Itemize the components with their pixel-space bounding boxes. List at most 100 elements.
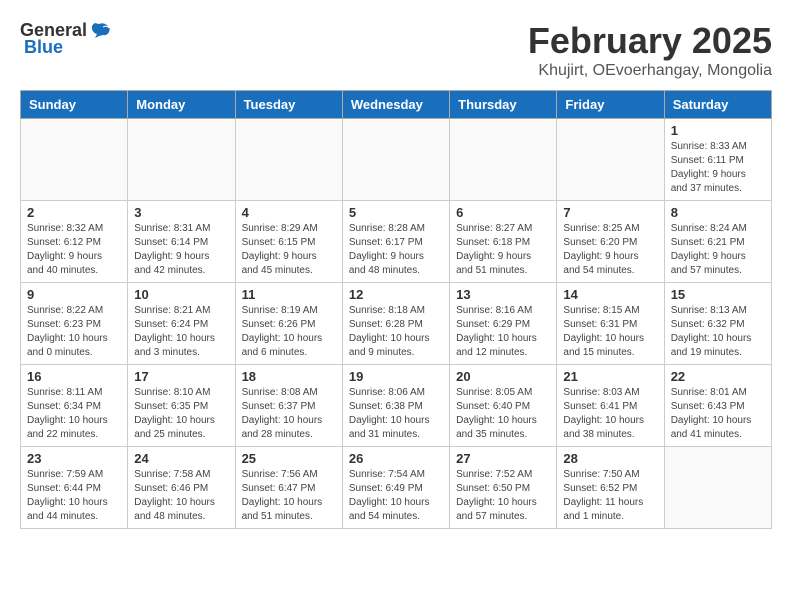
day-info: Sunrise: 8:27 AMSunset: 6:18 PMDaylight:… xyxy=(456,222,550,278)
day-number: 12 xyxy=(349,287,443,302)
day-number: 25 xyxy=(242,451,336,466)
weekday-header-saturday: Saturday xyxy=(664,91,771,119)
weekday-header-monday: Monday xyxy=(128,91,235,119)
week-row-0: 1 Sunrise: 8:33 AMSunset: 6:11 PMDaylight… xyxy=(21,119,772,201)
calendar-cell xyxy=(21,119,128,201)
title-section: February 2025 Khujirt, OEvoerhangay, Mon… xyxy=(528,20,772,80)
calendar-cell xyxy=(450,119,557,201)
day-info: Sunrise: 8:32 AMSunset: 6:12 PMDaylight:… xyxy=(27,222,121,278)
weekday-header-row: SundayMondayTuesdayWednesdayThursdayFrid… xyxy=(21,91,772,119)
calendar-cell: 22 Sunrise: 8:01 AMSunset: 6:43 PMDayligh… xyxy=(664,365,771,447)
day-number: 1 xyxy=(671,123,765,138)
day-info: Sunrise: 8:01 AMSunset: 6:43 PMDaylight:… xyxy=(671,386,765,442)
calendar-cell: 1 Sunrise: 8:33 AMSunset: 6:11 PMDaylight… xyxy=(664,119,771,201)
day-info: Sunrise: 8:15 AMSunset: 6:31 PMDaylight:… xyxy=(563,304,657,360)
calendar-cell: 21 Sunrise: 8:03 AMSunset: 6:41 PMDayligh… xyxy=(557,365,664,447)
day-number: 16 xyxy=(27,369,121,384)
day-info: Sunrise: 8:08 AMSunset: 6:37 PMDaylight:… xyxy=(242,386,336,442)
calendar-cell: 18 Sunrise: 8:08 AMSunset: 6:37 PMDayligh… xyxy=(235,365,342,447)
logo-blue-text: Blue xyxy=(24,37,63,58)
day-number: 14 xyxy=(563,287,657,302)
day-info: Sunrise: 8:18 AMSunset: 6:28 PMDaylight:… xyxy=(349,304,443,360)
week-row-2: 9 Sunrise: 8:22 AMSunset: 6:23 PMDaylight… xyxy=(21,283,772,365)
day-number: 18 xyxy=(242,369,336,384)
calendar-cell: 17 Sunrise: 8:10 AMSunset: 6:35 PMDayligh… xyxy=(128,365,235,447)
day-info: Sunrise: 8:25 AMSunset: 6:20 PMDaylight:… xyxy=(563,222,657,278)
weekday-header-sunday: Sunday xyxy=(21,91,128,119)
week-row-4: 23Sunrise: 7:59 AMSunset: 6:44 PMDayligh… xyxy=(21,447,772,529)
day-info: Sunrise: 8:03 AMSunset: 6:41 PMDaylight:… xyxy=(563,386,657,442)
day-info: Sunrise: 8:28 AMSunset: 6:17 PMDaylight:… xyxy=(349,222,443,278)
day-number: 17 xyxy=(134,369,228,384)
day-number: 24 xyxy=(134,451,228,466)
day-info: Sunrise: 7:52 AMSunset: 6:50 PMDaylight:… xyxy=(456,468,550,524)
calendar-cell: 3 Sunrise: 8:31 AMSunset: 6:14 PMDaylight… xyxy=(128,201,235,283)
calendar-cell: 5 Sunrise: 8:28 AMSunset: 6:17 PMDaylight… xyxy=(342,201,449,283)
day-info: Sunrise: 8:13 AMSunset: 6:32 PMDaylight:… xyxy=(671,304,765,360)
day-info: Sunrise: 8:16 AMSunset: 6:29 PMDaylight:… xyxy=(456,304,550,360)
day-info: Sunrise: 8:33 AMSunset: 6:11 PMDaylight:… xyxy=(671,140,765,196)
calendar-cell: 16Sunrise: 8:11 AMSunset: 6:34 PMDayligh… xyxy=(21,365,128,447)
day-number: 2 xyxy=(27,205,121,220)
calendar-cell: 25 Sunrise: 7:56 AMSunset: 6:47 PMDayligh… xyxy=(235,447,342,529)
day-number: 19 xyxy=(349,369,443,384)
day-number: 6 xyxy=(456,205,550,220)
calendar-cell: 15 Sunrise: 8:13 AMSunset: 6:32 PMDayligh… xyxy=(664,283,771,365)
calendar-cell: 12 Sunrise: 8:18 AMSunset: 6:28 PMDayligh… xyxy=(342,283,449,365)
day-number: 27 xyxy=(456,451,550,466)
calendar-cell: 27 Sunrise: 7:52 AMSunset: 6:50 PMDayligh… xyxy=(450,447,557,529)
calendar-cell: 26 Sunrise: 7:54 AMSunset: 6:49 PMDayligh… xyxy=(342,447,449,529)
calendar-cell: 20Sunrise: 8:05 AMSunset: 6:40 PMDayligh… xyxy=(450,365,557,447)
day-info: Sunrise: 8:10 AMSunset: 6:35 PMDaylight:… xyxy=(134,386,228,442)
day-info: Sunrise: 8:31 AMSunset: 6:14 PMDaylight:… xyxy=(134,222,228,278)
calendar-cell: 28 Sunrise: 7:50 AMSunset: 6:52 PMDayligh… xyxy=(557,447,664,529)
day-number: 3 xyxy=(134,205,228,220)
day-number: 9 xyxy=(27,287,121,302)
header: General Blue February 2025 Khujirt, OEvo… xyxy=(20,20,772,80)
calendar-cell: 9 Sunrise: 8:22 AMSunset: 6:23 PMDaylight… xyxy=(21,283,128,365)
day-number: 26 xyxy=(349,451,443,466)
day-info: Sunrise: 7:56 AMSunset: 6:47 PMDaylight:… xyxy=(242,468,336,524)
day-number: 5 xyxy=(349,205,443,220)
day-number: 22 xyxy=(671,369,765,384)
calendar-cell xyxy=(557,119,664,201)
day-info: Sunrise: 8:22 AMSunset: 6:23 PMDaylight:… xyxy=(27,304,121,360)
day-number: 20 xyxy=(456,369,550,384)
calendar-cell xyxy=(128,119,235,201)
day-info: Sunrise: 8:21 AMSunset: 6:24 PMDaylight:… xyxy=(134,304,228,360)
weekday-header-friday: Friday xyxy=(557,91,664,119)
logo: General Blue xyxy=(20,20,113,58)
calendar-cell: 24 Sunrise: 7:58 AMSunset: 6:46 PMDayligh… xyxy=(128,447,235,529)
day-info: Sunrise: 7:54 AMSunset: 6:49 PMDaylight:… xyxy=(349,468,443,524)
day-info: Sunrise: 8:29 AMSunset: 6:15 PMDaylight:… xyxy=(242,222,336,278)
calendar-cell: 4Sunrise: 8:29 AMSunset: 6:15 PMDaylight… xyxy=(235,201,342,283)
calendar-cell: 7 Sunrise: 8:25 AMSunset: 6:20 PMDaylight… xyxy=(557,201,664,283)
weekday-header-wednesday: Wednesday xyxy=(342,91,449,119)
day-number: 8 xyxy=(671,205,765,220)
day-info: Sunrise: 8:06 AMSunset: 6:38 PMDaylight:… xyxy=(349,386,443,442)
logo-bird-icon xyxy=(89,22,111,40)
calendar-table: SundayMondayTuesdayWednesdayThursdayFrid… xyxy=(20,90,772,529)
calendar-cell: 19 Sunrise: 8:06 AMSunset: 6:38 PMDayligh… xyxy=(342,365,449,447)
day-number: 10 xyxy=(134,287,228,302)
day-number: 7 xyxy=(563,205,657,220)
day-number: 21 xyxy=(563,369,657,384)
calendar-cell xyxy=(235,119,342,201)
calendar-subtitle: Khujirt, OEvoerhangay, Mongolia xyxy=(528,62,772,80)
calendar-cell xyxy=(664,447,771,529)
calendar-cell: 2 Sunrise: 8:32 AMSunset: 6:12 PMDaylight… xyxy=(21,201,128,283)
day-number: 13 xyxy=(456,287,550,302)
calendar-cell: 23Sunrise: 7:59 AMSunset: 6:44 PMDayligh… xyxy=(21,447,128,529)
day-info: Sunrise: 7:50 AMSunset: 6:52 PMDaylight:… xyxy=(563,468,657,524)
calendar-cell: 11Sunrise: 8:19 AMSunset: 6:26 PMDayligh… xyxy=(235,283,342,365)
calendar-cell: 10 Sunrise: 8:21 AMSunset: 6:24 PMDayligh… xyxy=(128,283,235,365)
calendar-cell xyxy=(342,119,449,201)
day-number: 15 xyxy=(671,287,765,302)
day-info: Sunrise: 8:19 AMSunset: 6:26 PMDaylight:… xyxy=(242,304,336,360)
day-info: Sunrise: 7:58 AMSunset: 6:46 PMDaylight:… xyxy=(134,468,228,524)
day-number: 23 xyxy=(27,451,121,466)
weekday-header-tuesday: Tuesday xyxy=(235,91,342,119)
calendar-title: February 2025 xyxy=(528,20,772,62)
day-number: 28 xyxy=(563,451,657,466)
calendar-cell: 6 Sunrise: 8:27 AMSunset: 6:18 PMDaylight… xyxy=(450,201,557,283)
